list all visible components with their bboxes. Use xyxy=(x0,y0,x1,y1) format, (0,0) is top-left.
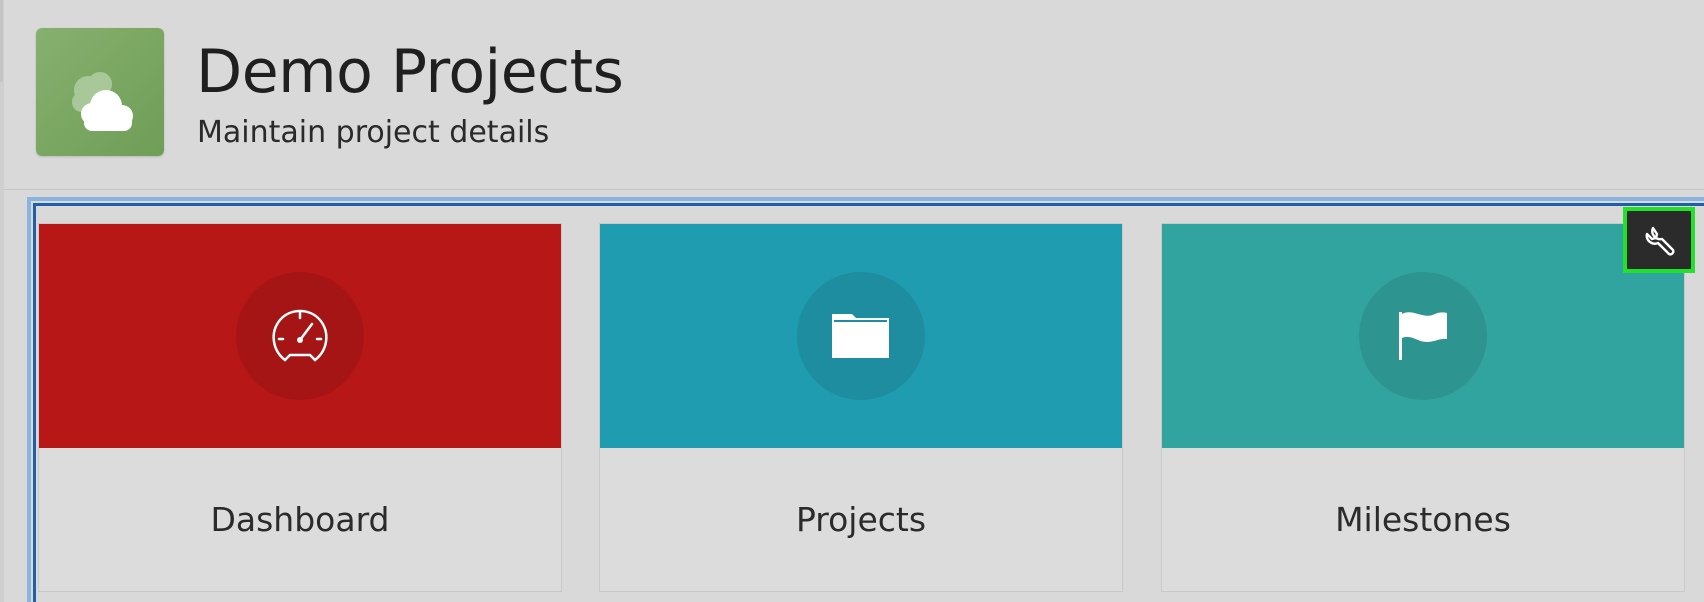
card-icon-circle xyxy=(797,272,925,400)
card-label: Dashboard xyxy=(210,500,390,539)
card-projects[interactable]: Projects xyxy=(599,223,1123,592)
card-icon-circle xyxy=(1359,272,1487,400)
wrench-icon xyxy=(1645,226,1675,256)
card-icon-circle xyxy=(236,272,364,400)
speedometer-icon xyxy=(272,309,328,362)
card-milestones[interactable]: Milestones xyxy=(1161,223,1685,592)
page-subtitle: Maintain project details xyxy=(197,115,550,150)
folder-icon xyxy=(832,314,889,358)
cloud-icon xyxy=(72,72,133,131)
app-icon xyxy=(36,28,164,156)
page-title: Demo Projects xyxy=(196,37,624,107)
card-banner xyxy=(600,224,1122,448)
card-banner xyxy=(39,224,561,448)
card-label: Projects xyxy=(795,500,927,539)
flag-icon xyxy=(1399,312,1447,360)
card-dashboard[interactable]: Dashboard xyxy=(38,223,562,592)
card-banner xyxy=(1162,224,1684,448)
card-label: Milestones xyxy=(1335,500,1511,539)
page-header: Demo Projects Maintain project details xyxy=(4,0,1704,190)
customize-button[interactable] xyxy=(1623,207,1695,273)
